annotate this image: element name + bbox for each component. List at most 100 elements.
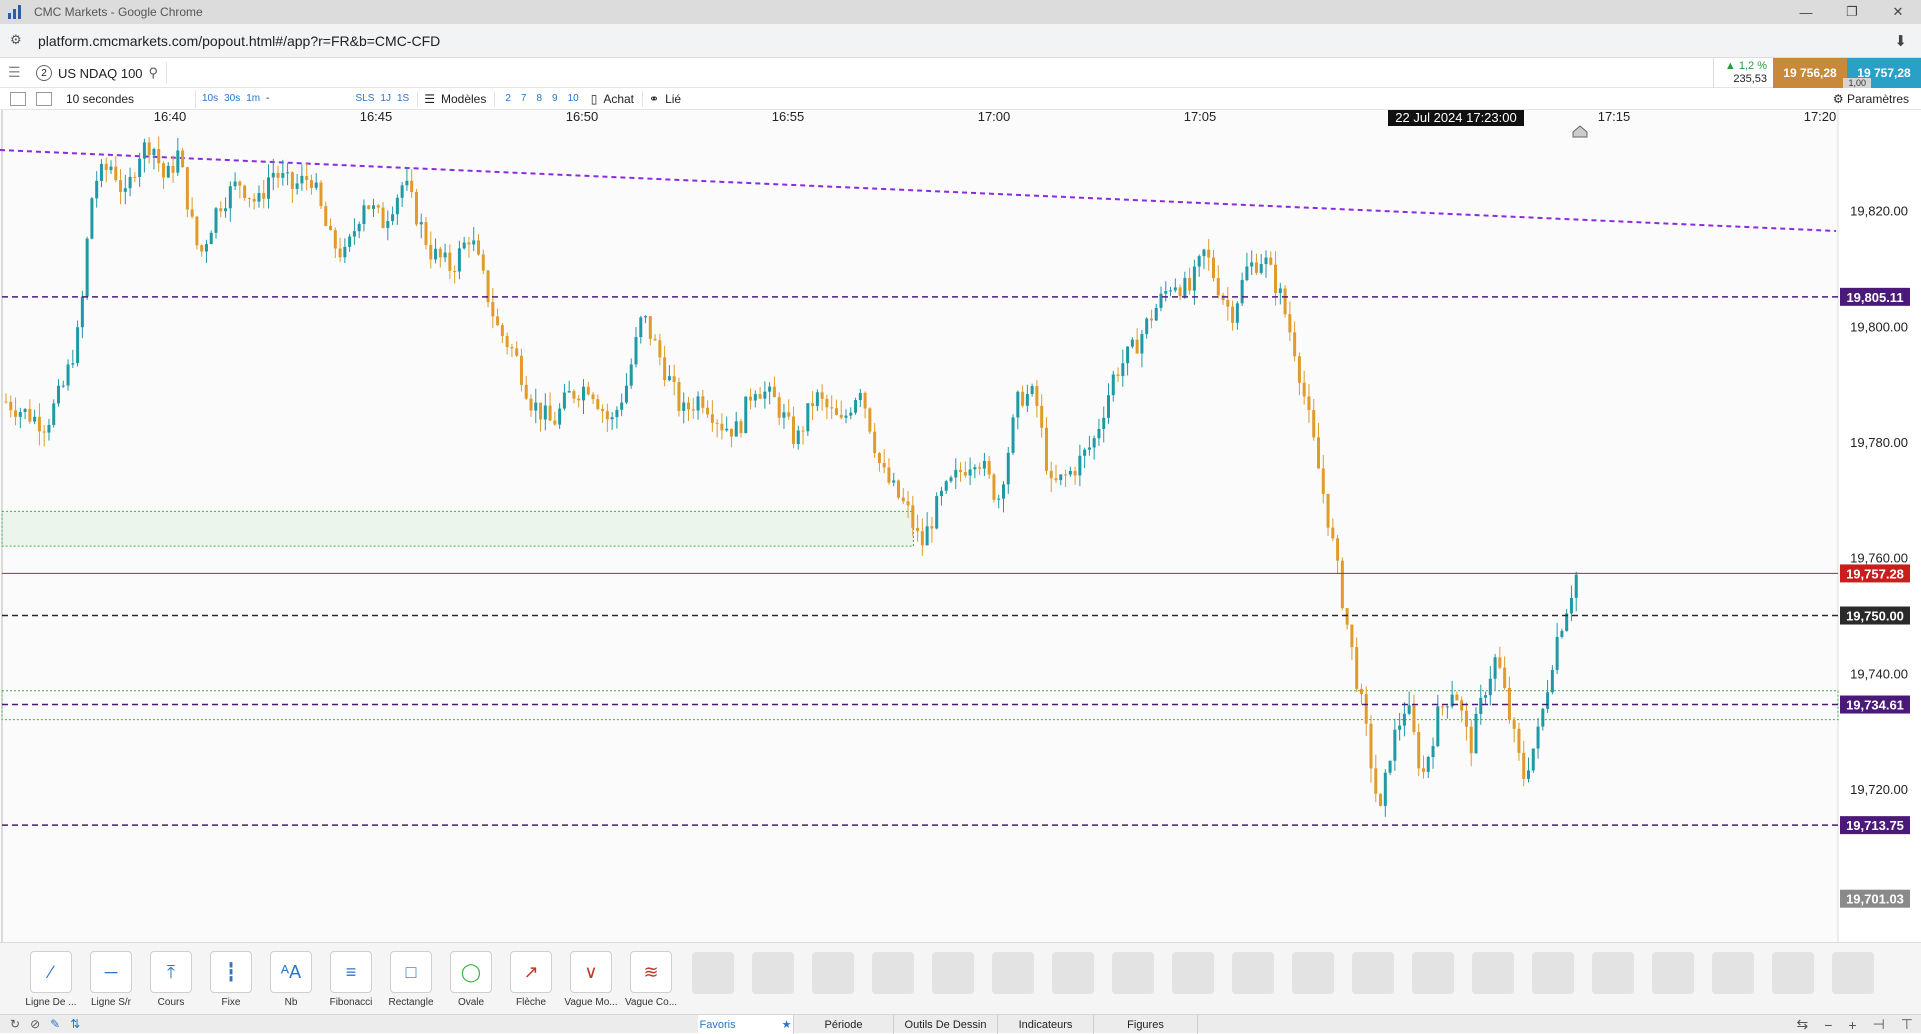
link-button[interactable]: Lié (665, 92, 681, 106)
layout-9-button[interactable]: 9 (552, 93, 558, 104)
menu-icon[interactable]: ☰ (8, 65, 24, 79)
chart-list-icon[interactable] (10, 91, 26, 106)
empty-tool-slot[interactable] (692, 952, 734, 994)
settings-button[interactable]: ⚙ Paramètres (1833, 92, 1909, 106)
candle-body (505, 336, 509, 348)
tool-wave2[interactable]: ≋ Vague Co... (621, 951, 681, 1008)
crosshair-time-label: 22 Jul 2024 17:23:00 (1395, 110, 1516, 125)
sls-button[interactable]: SLS (356, 93, 375, 104)
layout-icon[interactable]: ⇆ (1796, 1016, 1808, 1033)
address-bar: ⚙ platform.cmcmarkets.com/popout.html#/a… (0, 24, 1921, 58)
empty-tool-slot[interactable] (1052, 952, 1094, 994)
link-icon[interactable]: ⚭ (649, 92, 659, 106)
period-1j-button[interactable]: 1J (380, 93, 391, 104)
empty-tool-slot[interactable] (1532, 952, 1574, 994)
layout-icon[interactable] (36, 91, 52, 106)
templates-button[interactable]: Modèles (441, 92, 486, 106)
candle-body (1555, 636, 1559, 670)
price-chart[interactable]: 16:40 16:45 16:50 16:55 17:00 17:05 17:15 17:20… (0, 110, 1921, 942)
empty-tool-slot[interactable] (1472, 952, 1514, 994)
empty-tool-slot[interactable] (1592, 952, 1634, 994)
tab-figures[interactable]: Figures (1094, 1015, 1198, 1034)
url-field[interactable]: platform.cmcmarkets.com/popout.html#/app… (38, 33, 440, 49)
tab-outils[interactable]: Outils De Dessin (894, 1015, 998, 1034)
restore-icon[interactable]: ❐ (1829, 0, 1875, 24)
tool-price-line[interactable]: ⤒ Cours (141, 951, 201, 1008)
zoom-out-icon[interactable]: − (1824, 1017, 1832, 1033)
layout-7-button[interactable]: 7 (521, 93, 527, 104)
candle-body (1254, 262, 1258, 273)
templates-icon[interactable]: ☰ (424, 92, 435, 106)
empty-tool-slot[interactable] (1292, 952, 1334, 994)
tf-more-button[interactable]: - (266, 93, 269, 104)
layout-8-button[interactable]: 8 (536, 93, 542, 104)
tool-label: Fixe (221, 997, 241, 1008)
candle-body (811, 403, 815, 407)
tool-horizontal-line[interactable]: ─ Ligne S/r (81, 951, 141, 1008)
candle-body (648, 316, 652, 339)
minimize-icon[interactable]: — (1783, 0, 1829, 24)
tool-fibonacci[interactable]: ≡ Fibonacci (321, 951, 381, 1008)
fit-y-icon[interactable]: ⊤ (1901, 1016, 1913, 1033)
price-box: ▲ 1,2 % 235,53 19 756,28 1,00 19 757,28 (1713, 58, 1921, 88)
tool-ellipse[interactable]: ◯ Ovale (441, 951, 501, 1008)
download-icon[interactable]: ⬇ (1894, 32, 1907, 50)
empty-tool-slot[interactable] (1832, 952, 1874, 994)
tf-1m-button[interactable]: 1m (246, 93, 260, 104)
tool-fixed-line[interactable]: ┇ Fixe (201, 951, 261, 1008)
empty-tool-slot[interactable] (932, 952, 974, 994)
tab-figures-label: Figures (1127, 1018, 1164, 1031)
empty-tool-slot[interactable] (872, 952, 914, 994)
site-info-icon[interactable]: ⚙ (10, 32, 28, 50)
tool-arrow[interactable]: ↗ Flèche (501, 951, 561, 1008)
tab-favoris[interactable]: Favoris ★ (698, 1015, 794, 1034)
empty-tool-slot[interactable] (1712, 952, 1754, 994)
empty-tool-slot[interactable] (1652, 952, 1694, 994)
zoom-in-icon[interactable]: + (1848, 1017, 1856, 1033)
empty-tool-slot[interactable] (812, 952, 854, 994)
candle-body (1345, 608, 1349, 625)
empty-tool-slot[interactable] (1412, 952, 1454, 994)
tool-wave[interactable]: ∨ Vague Mo... (561, 951, 621, 1008)
tf-10s-button[interactable]: 10s (202, 93, 218, 104)
candle-body (1493, 657, 1497, 679)
candle-body (930, 526, 934, 529)
close-icon[interactable]: ✕ (1875, 0, 1921, 24)
empty-tool-slot[interactable] (1352, 952, 1394, 994)
empty-tool-slot[interactable] (752, 952, 794, 994)
candle-body (1464, 710, 1468, 727)
magnet-icon[interactable]: ⇅ (70, 1017, 80, 1031)
candle-body (1264, 257, 1268, 265)
layout-2-button[interactable]: 2 (505, 93, 511, 104)
pencil-icon[interactable]: ✎ (50, 1017, 60, 1031)
instrument-selector[interactable]: 2 US NDAQ 100 ⚲ (36, 62, 168, 84)
refresh-icon[interactable]: ↻ (10, 1017, 20, 1031)
candle-body (1312, 410, 1316, 438)
candle-body (142, 142, 146, 159)
y-tick-label: 19,720.00 (1850, 782, 1908, 797)
tab-indicateurs[interactable]: Indicateurs (998, 1015, 1094, 1034)
tf-30s-button[interactable]: 30s (224, 93, 240, 104)
tool-text[interactable]: ᴬA Nb (261, 951, 321, 1008)
empty-tool-slot[interactable] (992, 952, 1034, 994)
empty-tool-slot[interactable] (1232, 952, 1274, 994)
buy-mode-button[interactable]: Achat (603, 92, 634, 106)
search-icon[interactable]: ⚲ (149, 65, 159, 81)
tool-label: Ligne S/r (90, 997, 132, 1008)
tool-rectangle[interactable]: □ Rectangle (381, 951, 441, 1008)
candle-body (515, 348, 519, 356)
period-1s-button[interactable]: 1S (397, 93, 409, 104)
tool-trendline[interactable]: ∕ Ligne De ... (21, 951, 81, 1008)
layout-10-button[interactable]: 10 (568, 93, 579, 104)
interval-select[interactable]: 10 secondes (66, 89, 196, 108)
sell-price-button[interactable]: 19 756,28 1,00 (1773, 58, 1871, 88)
chart-type-icon[interactable]: ▯ (591, 92, 598, 106)
fit-x-icon[interactable]: ⊣ (1873, 1016, 1885, 1033)
window-title: CMC Markets - Google Chrome (34, 5, 203, 19)
block-icon[interactable]: ⊘ (30, 1017, 40, 1031)
empty-tool-slot[interactable] (1112, 952, 1154, 994)
tab-periode[interactable]: Période (794, 1015, 894, 1034)
empty-tool-slot[interactable] (1172, 952, 1214, 994)
candle-body (1226, 300, 1230, 307)
empty-tool-slot[interactable] (1772, 952, 1814, 994)
